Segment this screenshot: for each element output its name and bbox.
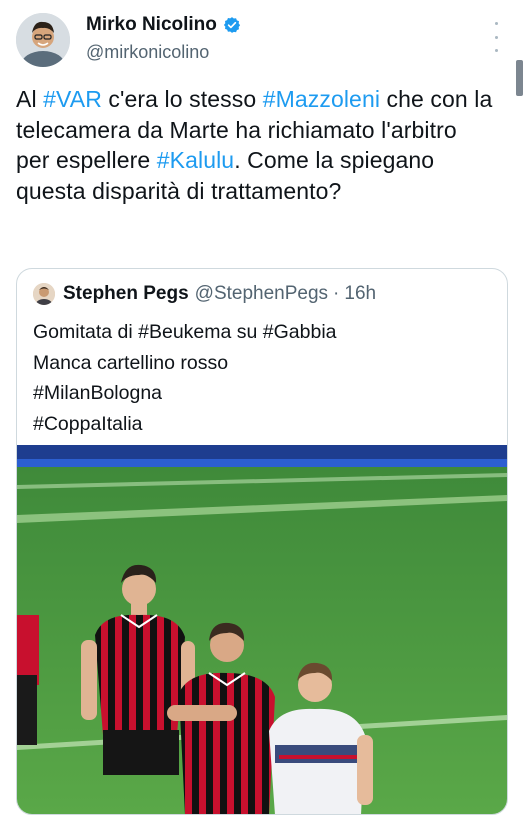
separator-dot: · (333, 283, 340, 304)
hashtag-link[interactable]: #VAR (43, 86, 102, 112)
quoted-author-handle[interactable]: @StephenPegs (195, 283, 328, 305)
quoted-tweet-card[interactable]: Stephen Pegs @StephenPegs · 16h Gomitata… (16, 268, 508, 815)
quoted-author-name[interactable]: Stephen Pegs (63, 283, 189, 305)
quoted-text-line: Gomitata di #Beukema su #Gabbia (33, 321, 337, 343)
verified-badge-icon (223, 17, 241, 33)
scrollbar[interactable] (516, 60, 523, 96)
quoted-tweet-video-frame[interactable] (17, 445, 507, 814)
quoted-text-line: Manca cartellino rosso (33, 351, 229, 374)
tweet-text-segment: c'era lo stesso (101, 86, 263, 112)
hashtag-link[interactable]: #Kalulu (157, 147, 234, 173)
author-avatar[interactable] (16, 13, 70, 67)
author-handle[interactable]: @mirkonicolino (86, 42, 209, 63)
author-display-name[interactable]: Mirko Nicolino (86, 14, 217, 36)
tweet-text: Al #VAR c'era lo stesso #Mazzoleni che c… (16, 84, 496, 206)
tweet-header: Mirko Nicolino @mirkonicolino (0, 0, 523, 96)
quoted-tweet-text: Gomitata di #Beukema su #Gabbia Manca ca… (33, 317, 337, 439)
more-vertical-icon[interactable] (486, 22, 506, 52)
hashtag-link[interactable]: #Mazzoleni (263, 86, 380, 112)
quoted-tweet-time[interactable]: 16h (344, 283, 376, 305)
tweet-text-segment: Al (16, 86, 44, 112)
quoted-author-avatar[interactable] (33, 283, 55, 305)
quoted-text-line: #CoppaItalia (33, 412, 143, 435)
quoted-text-line: #MilanBologna (33, 382, 163, 404)
